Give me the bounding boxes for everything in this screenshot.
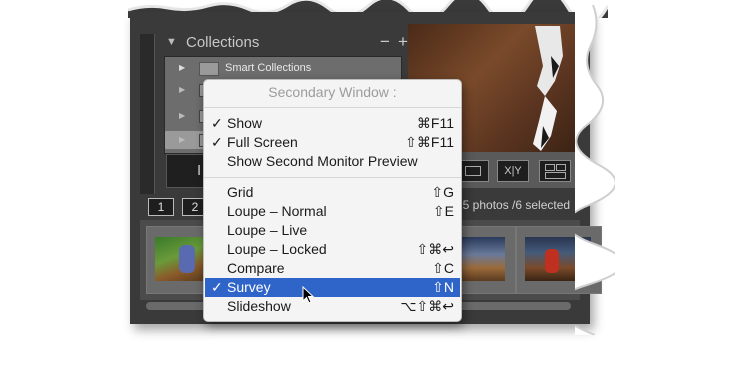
- menu-item-full-screen[interactable]: ✓ Full Screen ⇧⌘F11: [205, 133, 460, 152]
- menu-item-shortcut: ⌘F11: [416, 115, 454, 131]
- menu-item-label: Compare: [227, 260, 285, 276]
- menu-item-shortcut: ⇧N: [432, 279, 454, 295]
- menu-item-show-second-monitor-preview[interactable]: Show Second Monitor Preview: [205, 152, 460, 171]
- mouse-pointer-icon: [302, 286, 315, 304]
- disclosure-triangle-icon[interactable]: ▼: [166, 36, 177, 48]
- collections-title: Collections: [186, 34, 260, 51]
- expand-triangle-icon[interactable]: ▶: [179, 135, 185, 144]
- survey-grid-icon-part: [545, 172, 566, 179]
- expand-triangle-icon[interactable]: ▶: [179, 85, 185, 94]
- add-collection-button[interactable]: +: [398, 32, 408, 52]
- menu-item-label: Grid: [227, 184, 254, 200]
- checkmark-icon: ✓: [211, 134, 223, 150]
- survey-view-button[interactable]: [539, 160, 571, 182]
- menu-item-label: Loupe – Normal: [227, 203, 327, 219]
- smart-collections-label: Smart Collections: [225, 62, 312, 74]
- menu-separator: [204, 177, 461, 178]
- smart-collection-folder-icon: [199, 62, 219, 76]
- menu-item-compare[interactable]: Compare ⇧C: [205, 259, 460, 278]
- menu-item-label: Slideshow: [227, 298, 291, 314]
- torn-paper-right-edge: [575, 5, 615, 335]
- menu-item-loupe-live[interactable]: Loupe – Live: [205, 221, 460, 240]
- expand-triangle-icon[interactable]: ▶: [179, 111, 185, 120]
- compare-view-button[interactable]: X|Y: [497, 160, 529, 182]
- menu-title: Secondary Window :: [268, 84, 397, 100]
- panel-scroll-rail[interactable]: [140, 34, 155, 194]
- menu-item-label: Loupe – Locked: [227, 241, 327, 257]
- secondary-window-menu: Secondary Window : ✓ Show ⌘F11 ✓ Full Sc…: [203, 79, 462, 322]
- menu-item-shortcut: ⇧E: [432, 203, 454, 219]
- import-button-label: I: [197, 162, 202, 179]
- menu-item-shortcut: ⌥⇧⌘↩: [400, 298, 454, 314]
- page-1-button[interactable]: 1: [148, 198, 174, 216]
- menu-item-shortcut: ⇧⌘F11: [405, 134, 454, 150]
- remove-collection-button[interactable]: −: [380, 32, 390, 52]
- menu-item-shortcut: ⇧C: [432, 260, 454, 276]
- menu-item-shortcut: ⇧⌘↩: [416, 241, 454, 257]
- menu-separator: [204, 107, 461, 108]
- menu-item-loupe-normal[interactable]: Loupe – Normal ⇧E: [205, 202, 460, 221]
- menu-item-label: Show Second Monitor Preview: [227, 153, 418, 169]
- menu-item-survey[interactable]: ✓ Survey ⇧N: [205, 278, 460, 297]
- menu-item-label: Survey: [227, 279, 271, 295]
- checkmark-icon: ✓: [211, 279, 223, 295]
- menu-item-label: Full Screen: [227, 134, 298, 150]
- menu-item-grid[interactable]: Grid ⇧G: [205, 183, 460, 202]
- expand-triangle-icon[interactable]: ▶: [179, 63, 185, 72]
- menu-item-label: Loupe – Live: [227, 222, 308, 238]
- menu-item-label: Show: [227, 115, 263, 131]
- survey-grid-icon-part: [556, 164, 566, 171]
- smart-collections-row[interactable]: ▶ Smart Collections: [165, 57, 401, 79]
- survey-grid-icon: [545, 164, 555, 171]
- menu-item-loupe-locked[interactable]: Loupe – Locked ⇧⌘↩: [205, 240, 460, 259]
- menu-item-slideshow[interactable]: Slideshow ⌥⇧⌘↩: [205, 297, 460, 316]
- menu-item-shortcut: ⇧G: [431, 184, 454, 200]
- loupe-icon: [465, 166, 481, 176]
- filmstrip-status: 15 photos /6 selected: [456, 198, 571, 212]
- collections-header[interactable]: ▼ Collections − +: [160, 32, 410, 54]
- menu-item-show[interactable]: ✓ Show ⌘F11: [205, 114, 460, 133]
- checkmark-icon: ✓: [211, 115, 223, 131]
